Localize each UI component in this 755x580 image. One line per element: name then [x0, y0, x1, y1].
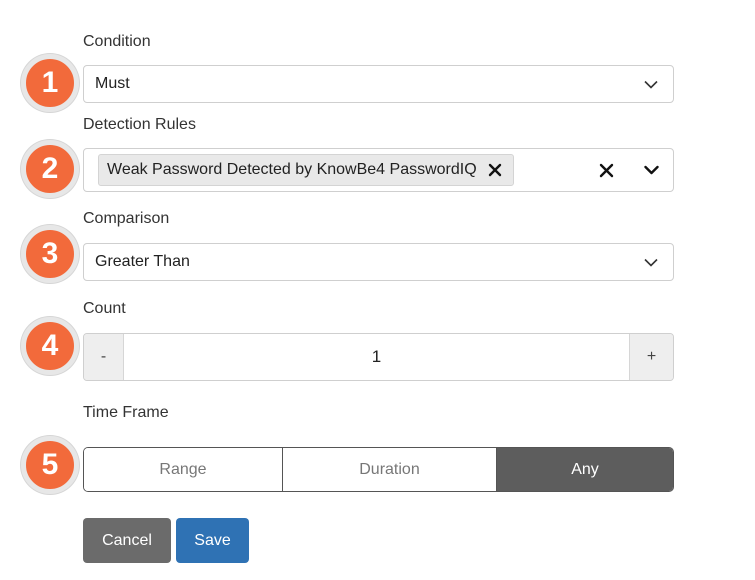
- condition-value: Must: [95, 75, 130, 92]
- time-frame-option-range[interactable]: Range: [84, 448, 282, 491]
- condition-select[interactable]: Must: [83, 65, 674, 103]
- close-icon[interactable]: [487, 162, 503, 178]
- detection-rule-tag-label: Weak Password Detected by KnowBe4 Passwo…: [107, 161, 477, 178]
- detection-rules-label: Detection Rules: [83, 116, 196, 133]
- step-badge-2: 2: [21, 140, 79, 198]
- step-badge-4: 4: [21, 317, 79, 375]
- count-stepper: - 1 +: [83, 333, 674, 381]
- comparison-value: Greater Than: [95, 253, 190, 270]
- count-input[interactable]: 1: [124, 334, 629, 380]
- chevron-down-icon: [641, 255, 661, 269]
- condition-label: Condition: [83, 33, 151, 50]
- chevron-down-icon[interactable]: [641, 163, 661, 177]
- cancel-button[interactable]: Cancel: [83, 518, 171, 563]
- time-frame-label: Time Frame: [83, 404, 169, 421]
- step-badge-5: 5: [21, 436, 79, 494]
- clear-all-icon[interactable]: [597, 161, 615, 179]
- comparison-label: Comparison: [83, 210, 170, 227]
- detection-rules-multiselect[interactable]: Weak Password Detected by KnowBe4 Passwo…: [83, 148, 674, 192]
- time-frame-option-any[interactable]: Any: [496, 448, 673, 491]
- decrement-button[interactable]: -: [84, 334, 124, 380]
- detection-rule-tag: Weak Password Detected by KnowBe4 Passwo…: [98, 154, 514, 186]
- count-label: Count: [83, 300, 126, 317]
- time-frame-segmented-control: Range Duration Any: [83, 447, 674, 492]
- step-badge-3: 3: [21, 225, 79, 283]
- increment-button[interactable]: +: [629, 334, 673, 380]
- save-button[interactable]: Save: [176, 518, 249, 563]
- rule-condition-form: Condition 1 Must Detection Rules 2 Weak …: [0, 0, 755, 580]
- step-badge-1: 1: [21, 54, 79, 112]
- chevron-down-icon: [641, 77, 661, 91]
- time-frame-option-duration[interactable]: Duration: [282, 448, 496, 491]
- comparison-select[interactable]: Greater Than: [83, 243, 674, 281]
